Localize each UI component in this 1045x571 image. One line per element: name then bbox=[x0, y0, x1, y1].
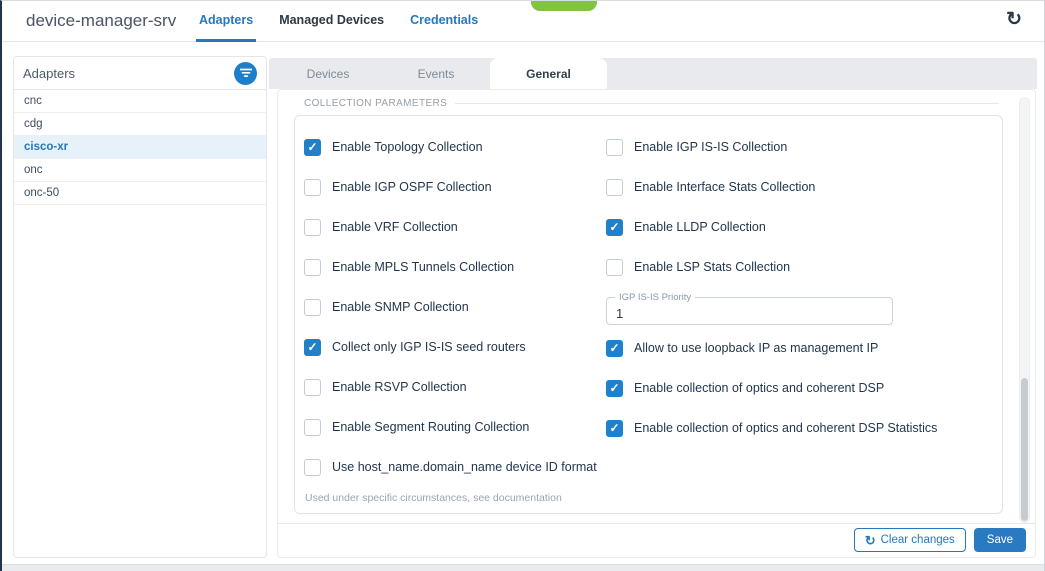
igp-isis-priority-field: IGP IS-IS Priority bbox=[606, 297, 893, 325]
checkbox-label: Enable LLDP Collection bbox=[634, 220, 766, 234]
row-enable-lsp-stats: Enable LSP Stats Collection bbox=[606, 247, 1002, 287]
row-optics-coherent-dsp-stats: Enable collection of optics and coherent… bbox=[606, 408, 1002, 448]
checkbox-label: Enable SNMP Collection bbox=[332, 300, 469, 314]
checkbox-label: Collect only IGP IS-IS seed routers bbox=[332, 340, 526, 354]
checkbox-enable-igp-ospf[interactable] bbox=[304, 179, 321, 196]
tab-credentials[interactable]: Credentials bbox=[407, 1, 481, 42]
section-header: COLLECTION PARAMETERS bbox=[304, 96, 999, 110]
checkbox-enable-lldp[interactable] bbox=[606, 219, 623, 236]
checkbox-column-right: Enable IGP IS-IS Collection Enable Inter… bbox=[606, 127, 1002, 448]
sidebar-item-cisco-xr[interactable]: cisco-xr bbox=[14, 136, 266, 159]
sidebar-header: Adapters bbox=[14, 57, 266, 90]
clear-changes-refresh-icon: ↻ bbox=[865, 534, 876, 547]
tab-events[interactable]: Events bbox=[382, 58, 490, 89]
checkbox-label: Enable LSP Stats Collection bbox=[634, 260, 790, 274]
sidebar-title: Adapters bbox=[23, 66, 75, 81]
app-header: device-manager-srv Adapters Managed Devi… bbox=[2, 1, 1044, 42]
general-settings-card: COLLECTION PARAMETERS Enable Topology Co… bbox=[277, 89, 1036, 558]
checkbox-enable-snmp[interactable] bbox=[304, 299, 321, 316]
row-enable-lldp: Enable LLDP Collection bbox=[606, 207, 1002, 247]
save-button[interactable]: Save bbox=[974, 528, 1026, 552]
footer-actions: ↻ Clear changes Save bbox=[854, 528, 1026, 552]
filter-icon bbox=[240, 68, 252, 78]
checkbox-label: Enable IGP OSPF Collection bbox=[332, 180, 492, 194]
section-title: COLLECTION PARAMETERS bbox=[304, 98, 447, 109]
sidebar-item-cnc[interactable]: cnc bbox=[14, 90, 266, 113]
bottom-strip bbox=[2, 564, 1044, 571]
row-optics-coherent-dsp: Enable collection of optics and coherent… bbox=[606, 368, 1002, 408]
checkbox-collect-seed-routers[interactable] bbox=[304, 339, 321, 356]
checkbox-column-left: Enable Topology Collection Enable IGP OS… bbox=[304, 127, 604, 504]
row-enable-snmp: Enable SNMP Collection bbox=[304, 287, 604, 327]
checkbox-enable-segment-routing[interactable] bbox=[304, 419, 321, 436]
app-window: device-manager-srv Adapters Managed Devi… bbox=[0, 0, 1045, 571]
refresh-icon[interactable]: ↻ bbox=[1006, 8, 1022, 31]
clear-changes-button[interactable]: ↻ Clear changes bbox=[854, 528, 966, 552]
helper-text: Used under specific circumstances, see d… bbox=[305, 492, 604, 504]
tab-managed-devices[interactable]: Managed Devices bbox=[276, 1, 387, 42]
checkbox-hostname-device-id[interactable] bbox=[304, 459, 321, 476]
checkbox-label: Use host_name.domain_name device ID form… bbox=[332, 460, 597, 474]
checkbox-allow-loopback-ip[interactable] bbox=[606, 340, 623, 357]
row-enable-rsvp: Enable RSVP Collection bbox=[304, 367, 604, 407]
row-enable-segment-routing: Enable Segment Routing Collection bbox=[304, 407, 604, 447]
row-enable-vrf: Enable VRF Collection bbox=[304, 207, 604, 247]
checkbox-enable-lsp-stats[interactable] bbox=[606, 259, 623, 276]
main-area: Devices Events General COLLECTION PARAME… bbox=[267, 56, 1037, 558]
row-enable-igp-isis: Enable IGP IS-IS Collection bbox=[606, 127, 1002, 167]
page-title: device-manager-srv bbox=[26, 1, 176, 42]
row-allow-loopback-ip: Allow to use loopback IP as management I… bbox=[606, 328, 1002, 368]
tab-adapters[interactable]: Adapters bbox=[196, 1, 256, 42]
checkbox-enable-interface-stats[interactable] bbox=[606, 179, 623, 196]
checkbox-label: Enable Topology Collection bbox=[332, 140, 483, 154]
checkbox-optics-coherent-dsp[interactable] bbox=[606, 380, 623, 397]
checkbox-label: Enable MPLS Tunnels Collection bbox=[332, 260, 514, 274]
row-enable-mpls-tunnels: Enable MPLS Tunnels Collection bbox=[304, 247, 604, 287]
header-tab-bar: Adapters Managed Devices Credentials bbox=[196, 1, 481, 42]
detail-tab-bar: Devices Events General bbox=[269, 58, 1037, 89]
tab-general[interactable]: General bbox=[490, 58, 607, 89]
checkbox-label: Enable collection of optics and coherent… bbox=[634, 421, 937, 435]
checkbox-optics-coherent-dsp-stats[interactable] bbox=[606, 420, 623, 437]
row-enable-interface-stats: Enable Interface Stats Collection bbox=[606, 167, 1002, 207]
checkbox-label: Enable Segment Routing Collection bbox=[332, 420, 529, 434]
row-enable-topology: Enable Topology Collection bbox=[304, 127, 604, 167]
checkbox-label: Enable IGP IS-IS Collection bbox=[634, 140, 787, 154]
filter-button[interactable] bbox=[234, 62, 257, 85]
checkbox-enable-vrf[interactable] bbox=[304, 219, 321, 236]
adapters-sidebar: Adapters cnc cdg cisco-xr onc onc-50 bbox=[13, 56, 267, 558]
clear-changes-label: Clear changes bbox=[881, 534, 955, 546]
row-hostname-device-id: Use host_name.domain_name device ID form… bbox=[304, 447, 604, 487]
sidebar-item-onc[interactable]: onc bbox=[14, 159, 266, 182]
checkbox-enable-mpls-tunnels[interactable] bbox=[304, 259, 321, 276]
checkbox-label: Enable VRF Collection bbox=[332, 220, 458, 234]
row-enable-igp-ospf: Enable IGP OSPF Collection bbox=[304, 167, 604, 207]
section-divider bbox=[455, 103, 999, 104]
sidebar-item-onc-50[interactable]: onc-50 bbox=[14, 182, 266, 205]
checkbox-label: Allow to use loopback IP as management I… bbox=[634, 341, 878, 355]
checkbox-label: Enable RSVP Collection bbox=[332, 380, 467, 394]
sidebar-item-cdg[interactable]: cdg bbox=[14, 113, 266, 136]
igp-isis-priority-label: IGP IS-IS Priority bbox=[615, 292, 695, 303]
checkbox-enable-rsvp[interactable] bbox=[304, 379, 321, 396]
checkbox-label: Enable Interface Stats Collection bbox=[634, 180, 815, 194]
tab-devices[interactable]: Devices bbox=[274, 58, 382, 89]
collection-parameters-box: Enable Topology Collection Enable IGP OS… bbox=[294, 115, 1003, 514]
checkbox-enable-topology[interactable] bbox=[304, 139, 321, 156]
scrollbar-thumb[interactable] bbox=[1021, 378, 1028, 521]
checkbox-enable-igp-isis[interactable] bbox=[606, 139, 623, 156]
footer-divider bbox=[278, 523, 1035, 524]
checkbox-label: Enable collection of optics and coherent… bbox=[634, 381, 884, 395]
row-collect-seed-routers: Collect only IGP IS-IS seed routers bbox=[304, 327, 604, 367]
toast-notification bbox=[531, 1, 597, 11]
scrollbar-track[interactable] bbox=[1019, 97, 1030, 523]
